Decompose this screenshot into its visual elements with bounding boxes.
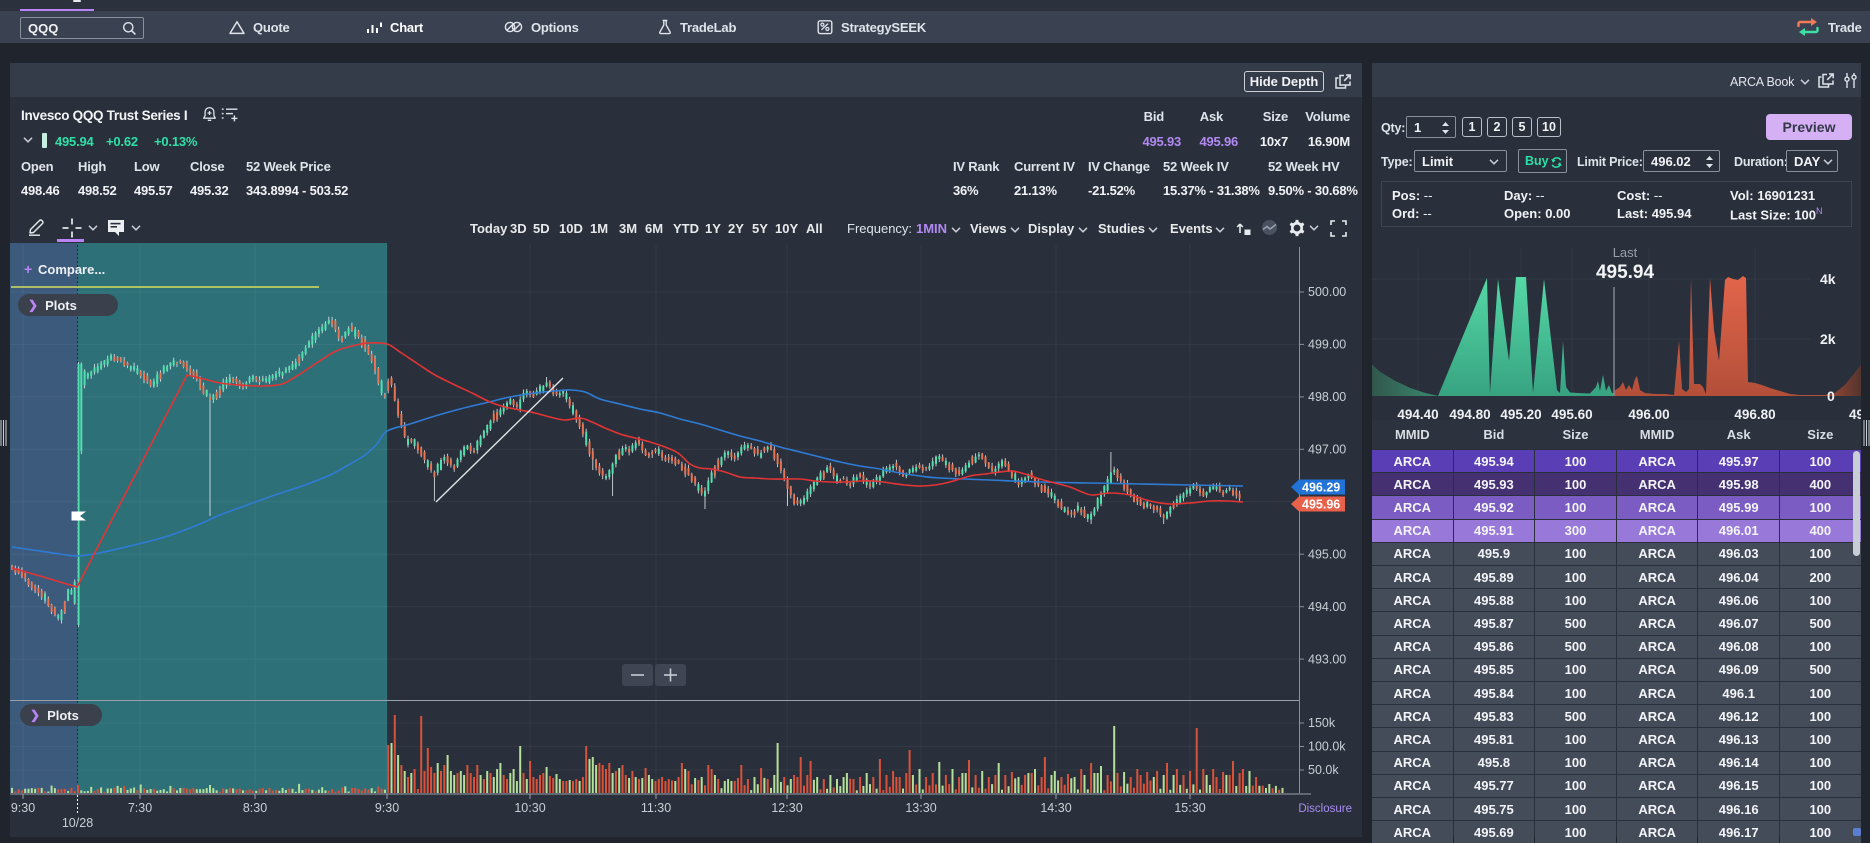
svg-text:500.00: 500.00 [1308, 285, 1346, 299]
svg-text:13:30: 13:30 [905, 801, 936, 815]
svg-text:10/28: 10/28 [62, 816, 93, 830]
svg-text:9:30: 9:30 [11, 801, 35, 815]
svg-text:12:30: 12:30 [771, 801, 802, 815]
svg-text:50.0k: 50.0k [1308, 763, 1339, 777]
svg-text:493.00: 493.00 [1308, 652, 1346, 666]
svg-text:100.0k: 100.0k [1308, 740, 1346, 754]
svg-text:14:30: 14:30 [1040, 801, 1071, 815]
svg-text:495.94: 495.94 [1596, 262, 1655, 283]
svg-text:496.29: 496.29 [1302, 481, 1340, 495]
svg-text:498.00: 498.00 [1308, 390, 1346, 404]
svg-text:9:30: 9:30 [375, 801, 399, 815]
svg-text:0: 0 [1827, 388, 1835, 404]
svg-text:495.96: 495.96 [1302, 498, 1340, 512]
svg-text:11:30: 11:30 [641, 801, 671, 815]
svg-text:497.00: 497.00 [1308, 443, 1346, 457]
svg-text:495.00: 495.00 [1308, 547, 1346, 561]
svg-text:15:30: 15:30 [1174, 801, 1205, 815]
svg-text:Last: Last [1613, 245, 1638, 260]
svg-text:494.00: 494.00 [1308, 600, 1346, 614]
svg-text:150k: 150k [1308, 716, 1336, 730]
svg-text:Disclosure: Disclosure [1298, 803, 1352, 815]
svg-text:2k: 2k [1820, 331, 1836, 347]
svg-text:10:30: 10:30 [514, 801, 545, 815]
svg-text:499.00: 499.00 [1308, 338, 1346, 352]
svg-text:8:30: 8:30 [243, 801, 267, 815]
svg-text:4k: 4k [1820, 271, 1836, 287]
svg-text:7:30: 7:30 [128, 801, 152, 815]
